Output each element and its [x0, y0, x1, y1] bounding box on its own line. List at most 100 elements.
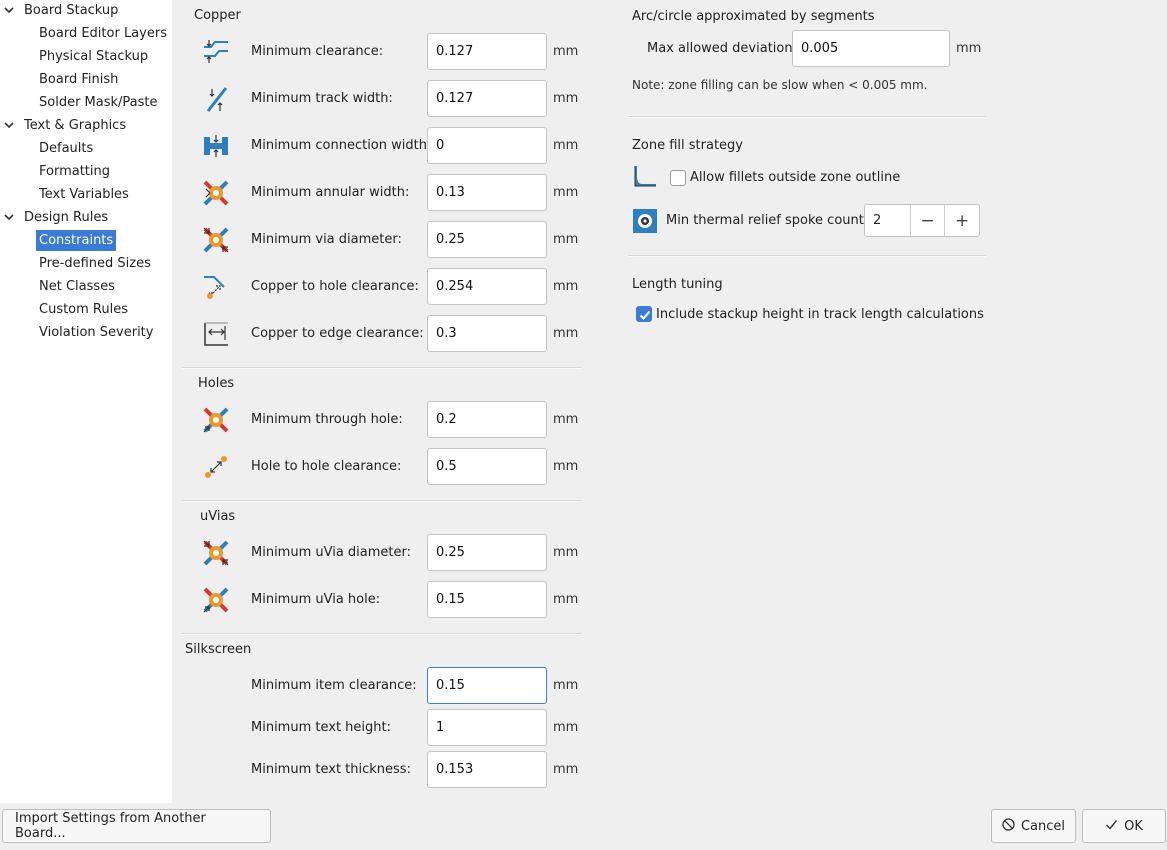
section-divider [182, 633, 582, 635]
min-uvia-diameter-label: Minimum uVia diameter: [251, 545, 412, 560]
unit-label: mm [553, 720, 579, 735]
unit-label: mm [553, 138, 579, 153]
unit-label: mm [553, 762, 579, 777]
tree-item-custom-rules[interactable]: Custom Rules [39, 299, 128, 320]
tree-item-text-variables[interactable]: Text Variables [39, 184, 129, 205]
unit-label: mm [553, 185, 579, 200]
copper-hole-clearance-label: Copper to hole clearance: [251, 279, 419, 294]
min-item-clearance-label: Minimum item clearance: [251, 678, 417, 693]
spoke-count-label: Min thermal relief spoke count: [666, 213, 869, 228]
arc-group-title: Arc/circle approximated by segments [632, 9, 875, 24]
min-track-width-label: Minimum track width: [251, 91, 393, 106]
tree-item-predefined-sizes[interactable]: Pre-defined Sizes [39, 253, 151, 274]
min-annular-width-input[interactable] [427, 174, 547, 211]
clearance-icon [202, 38, 230, 66]
tree-item-board-stackup[interactable]: Board Stackup [24, 0, 118, 21]
ok-button[interactable]: OK [1082, 809, 1166, 843]
uvia-diameter-icon [202, 539, 230, 567]
section-divider [182, 367, 582, 369]
copper-edge-clearance-label: Copper to edge clearance: [251, 326, 424, 341]
through-hole-icon [202, 406, 230, 434]
section-divider [628, 116, 986, 118]
min-uvia-diameter-input[interactable] [427, 534, 547, 571]
unit-label: mm [956, 41, 982, 56]
thermal-relief-icon [632, 208, 658, 234]
tree-item-constraints[interactable]: Constraints [36, 230, 117, 251]
settings-tree: Board Stackup Board Editor Layers Physic… [0, 0, 172, 803]
unit-label: mm [553, 326, 579, 341]
unit-label: mm [553, 459, 579, 474]
length-tuning-group-title: Length tuning [632, 277, 723, 292]
max-deviation-label: Max allowed deviation: [647, 41, 797, 56]
min-item-clearance-input[interactable] [427, 667, 547, 704]
import-settings-button[interactable]: Import Settings from Another Board... [2, 809, 271, 843]
allow-fillets-checkbox[interactable] [670, 170, 686, 186]
tree-item-defaults[interactable]: Defaults [39, 138, 93, 159]
include-stackup-checkbox[interactable] [636, 306, 652, 322]
min-annular-width-label: Minimum annular width: [251, 185, 410, 200]
hole-to-hole-input[interactable] [427, 448, 547, 485]
spoke-count-value[interactable]: 2 [865, 205, 910, 236]
min-text-height-input[interactable] [427, 709, 547, 746]
chevron-down-icon[interactable] [3, 115, 15, 136]
copper-edge-clearance-input[interactable] [427, 315, 547, 352]
ok-label: OK [1124, 818, 1143, 834]
silkscreen-group-title: Silkscreen [185, 642, 252, 657]
tree-item-design-rules[interactable]: Design Rules [24, 207, 108, 228]
min-via-diameter-input[interactable] [427, 221, 547, 258]
min-connection-width-label: Minimum connection width: [251, 138, 432, 153]
cancel-icon [1002, 817, 1015, 835]
min-text-thickness-label: Minimum text thickness: [251, 762, 411, 777]
connection-width-icon [202, 132, 230, 160]
min-text-thickness-input[interactable] [427, 751, 547, 788]
section-divider [182, 500, 582, 502]
min-through-hole-input[interactable] [427, 401, 547, 438]
via-diameter-icon [202, 226, 230, 254]
include-stackup-label: Include stackup height in track length c… [656, 307, 984, 322]
track-width-icon [202, 85, 230, 113]
tree-item-text-graphics[interactable]: Text & Graphics [24, 115, 126, 136]
hole-clearance-icon [202, 273, 230, 301]
unit-label: mm [553, 678, 579, 693]
decrement-button[interactable]: − [909, 205, 945, 236]
section-divider [628, 255, 986, 257]
copper-group-title: Copper [194, 8, 241, 23]
min-clearance-label: Minimum clearance: [251, 44, 384, 59]
fillet-icon [632, 164, 658, 190]
zone-fill-group-title: Zone fill strategy [632, 138, 743, 153]
cancel-button[interactable]: Cancel [991, 809, 1076, 843]
tree-item-physical-stackup[interactable]: Physical Stackup [39, 46, 148, 67]
unit-label: mm [553, 279, 579, 294]
chevron-down-icon[interactable] [3, 0, 15, 21]
uvias-group-title: uVias [200, 509, 236, 524]
unit-label: mm [553, 545, 579, 560]
unit-label: mm [553, 232, 579, 247]
dialog-button-bar: Import Settings from Another Board... Ca… [0, 803, 1167, 850]
checkmark-icon [1105, 818, 1118, 835]
tree-item-board-editor-layers[interactable]: Board Editor Layers [39, 23, 167, 44]
tree-item-violation-severity[interactable]: Violation Severity [39, 322, 153, 343]
hole-to-hole-label: Hole to hole clearance: [251, 459, 402, 474]
tree-item-solder-mask-paste[interactable]: Solder Mask/Paste [39, 92, 158, 113]
tree-item-formatting[interactable]: Formatting [39, 161, 110, 182]
max-deviation-input[interactable] [792, 30, 950, 67]
copper-hole-clearance-input[interactable] [427, 268, 547, 305]
edge-clearance-icon [202, 320, 230, 348]
min-via-diameter-label: Minimum via diameter: [251, 232, 402, 247]
cancel-label: Cancel [1020, 818, 1066, 834]
allow-fillets-label: Allow fillets outside zone outline [690, 170, 901, 185]
min-connection-width-input[interactable] [427, 127, 547, 164]
unit-label: mm [553, 44, 579, 59]
annular-width-icon [202, 179, 230, 207]
min-uvia-hole-label: Minimum uVia hole: [251, 592, 381, 607]
chevron-down-icon[interactable] [3, 207, 15, 228]
increment-button[interactable]: + [944, 205, 979, 236]
tree-item-board-finish[interactable]: Board Finish [39, 69, 118, 90]
tree-item-net-classes[interactable]: Net Classes [39, 276, 115, 297]
unit-label: mm [553, 412, 579, 427]
min-uvia-hole-input[interactable] [427, 581, 547, 618]
min-through-hole-label: Minimum through hole: [251, 412, 403, 427]
min-clearance-input[interactable] [427, 33, 547, 70]
min-track-width-input[interactable] [427, 80, 547, 117]
import-settings-label: Import Settings from Another Board... [15, 811, 206, 841]
